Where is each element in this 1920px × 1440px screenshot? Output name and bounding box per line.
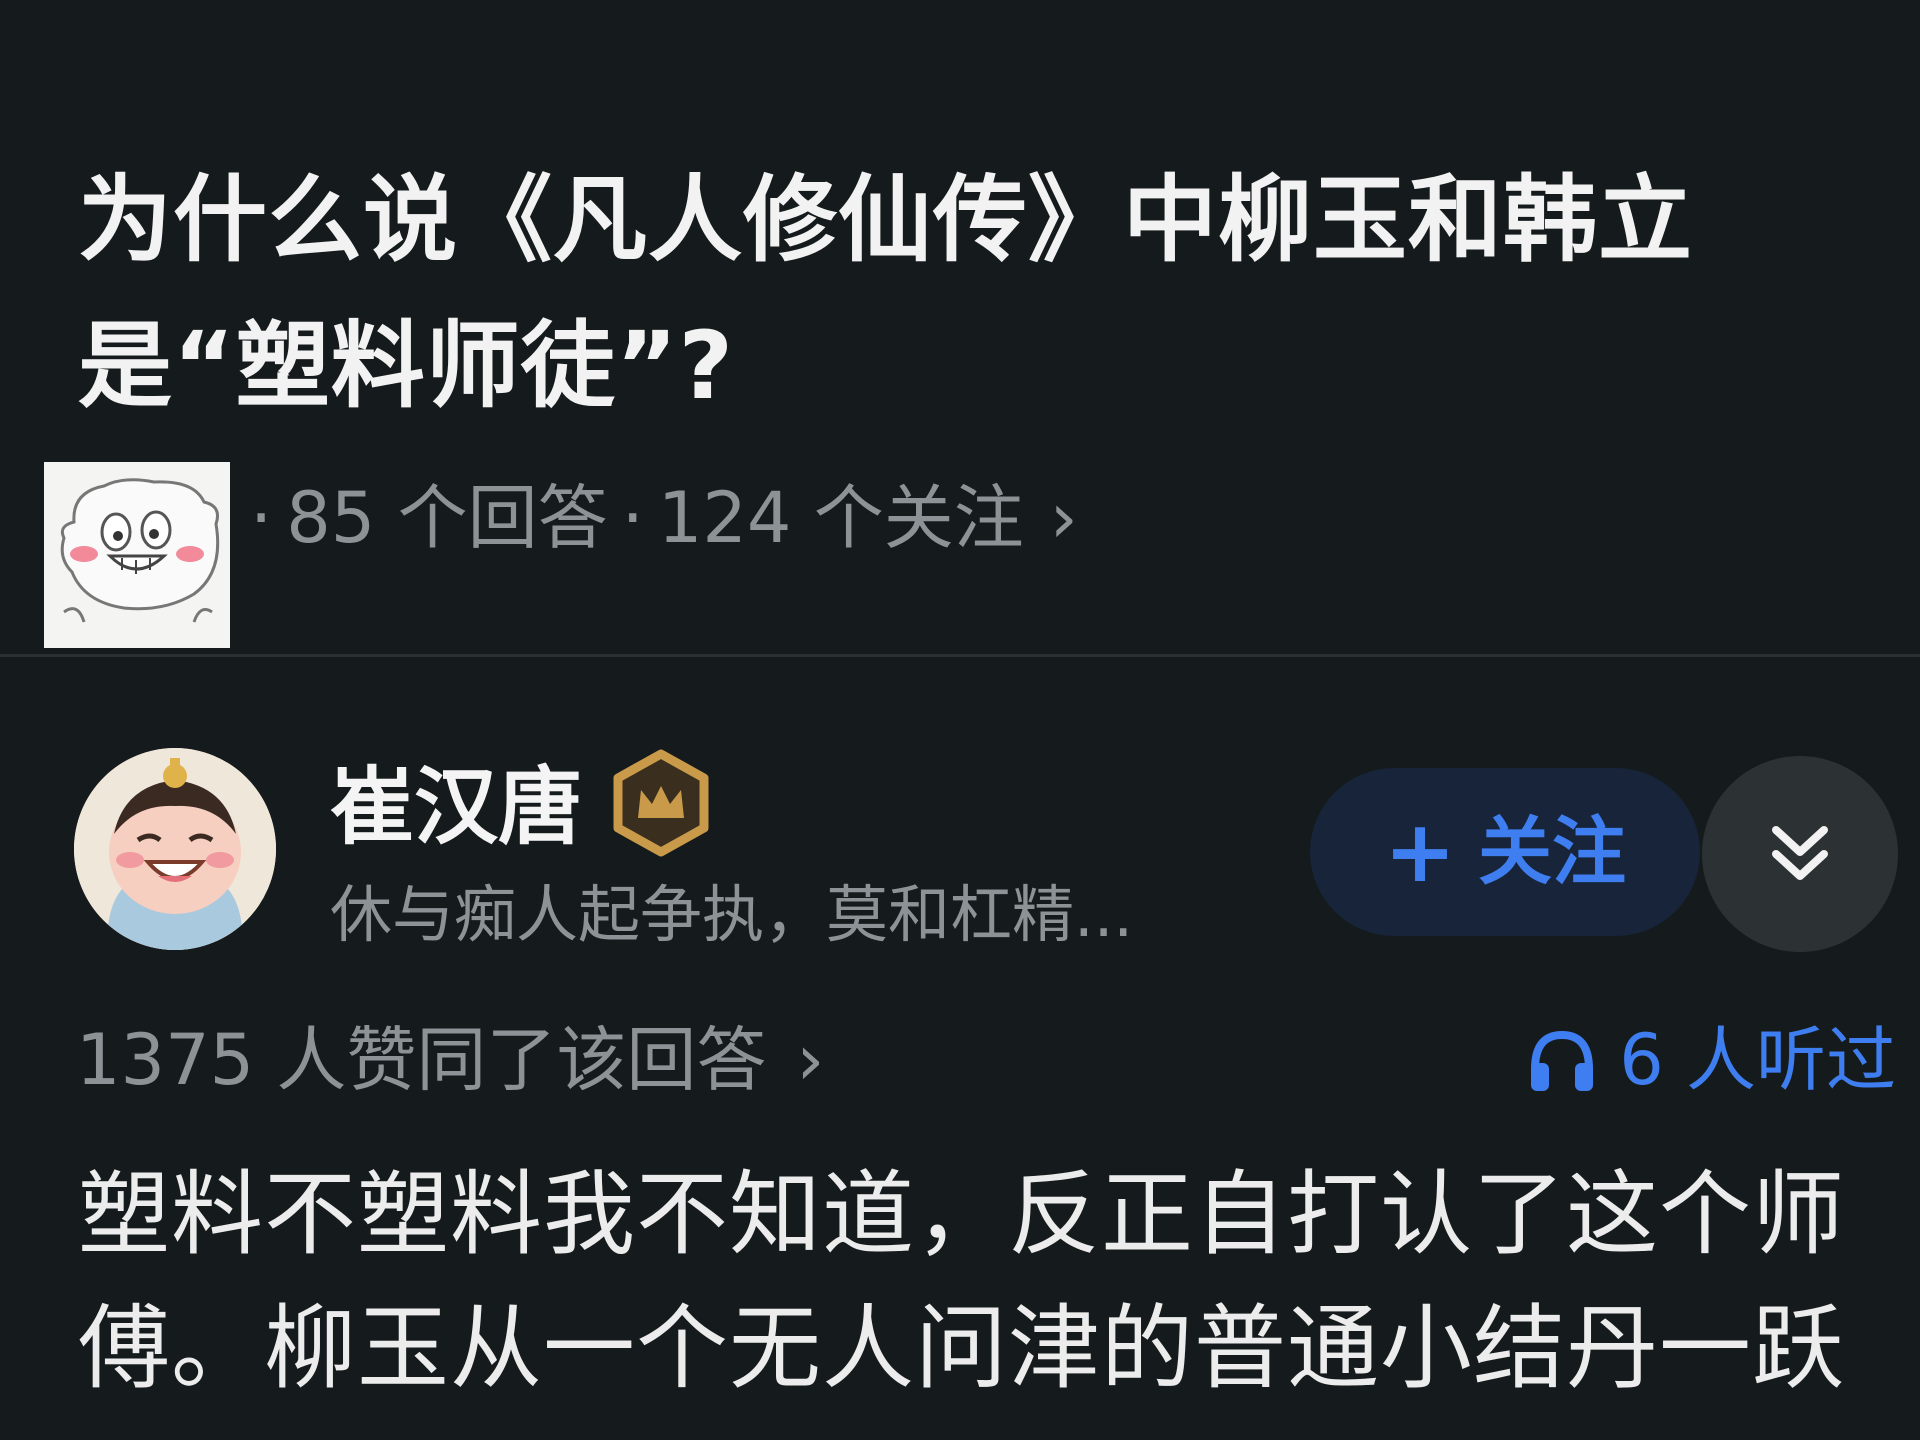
question-title[interactable]: 为什么说《凡人修仙传》中柳玉和韩立是“塑料师徒”? [78, 148, 1878, 440]
crown-badge-icon[interactable] [608, 748, 714, 858]
follow-label: 关注 [1478, 809, 1627, 895]
answer-page: 为什么说《凡人修仙传》中柳玉和韩立是“塑料师徒”? · 85 个回答 · 124 个关… [0, 0, 1920, 1440]
author-name[interactable]: 崔汉唐 [330, 752, 582, 862]
section-divider [0, 654, 1920, 657]
vote-count[interactable]: 1375 人赞同了该回答 › [76, 1010, 824, 1110]
chevron-right-icon[interactable]: › [1050, 470, 1078, 566]
headphones-icon [1531, 1030, 1594, 1091]
listen-count-text: 6 人听过 [1619, 1019, 1896, 1101]
plus-icon: + [1383, 802, 1457, 902]
answers-count: 85 个回答 [286, 477, 608, 559]
question-stats[interactable]: · 85 个回答 · 124 个关注 › [236, 470, 1078, 566]
meta-separator: · [621, 477, 644, 559]
listen-count[interactable]: 6 人听过 [1527, 1010, 1896, 1110]
follows-count: 124 个关注 [657, 477, 1024, 559]
author-avatar[interactable] [74, 748, 276, 950]
chevron-right-icon: › [796, 1019, 825, 1101]
double-chevron-down-icon [1772, 826, 1828, 880]
cartoon-avatar-icon[interactable] [44, 462, 230, 648]
vote-count-text: 1375 人赞同了该回答 [76, 1019, 767, 1101]
expand-button[interactable] [1702, 756, 1898, 952]
answer-content[interactable]: 塑料不塑料我不知道，反正自打认了这个师傅。柳玉从一个无人问津的普通小结丹一跃 [78, 1148, 1878, 1416]
author-bio: 休与痴人起争执，莫和杠精... [330, 878, 1134, 951]
follow-button[interactable]: + 关注 [1310, 768, 1700, 936]
meta-separator: · [250, 477, 273, 559]
answer-author-header: 崔汉唐 休与痴人起争执，莫和杠精... + 关注 [74, 748, 1898, 958]
question-meta[interactable]: · 85 个回答 · 124 个关注 › [44, 462, 1078, 648]
answer-stats-row: 1375 人赞同了该回答 › 6 人听过 [76, 1010, 1896, 1110]
